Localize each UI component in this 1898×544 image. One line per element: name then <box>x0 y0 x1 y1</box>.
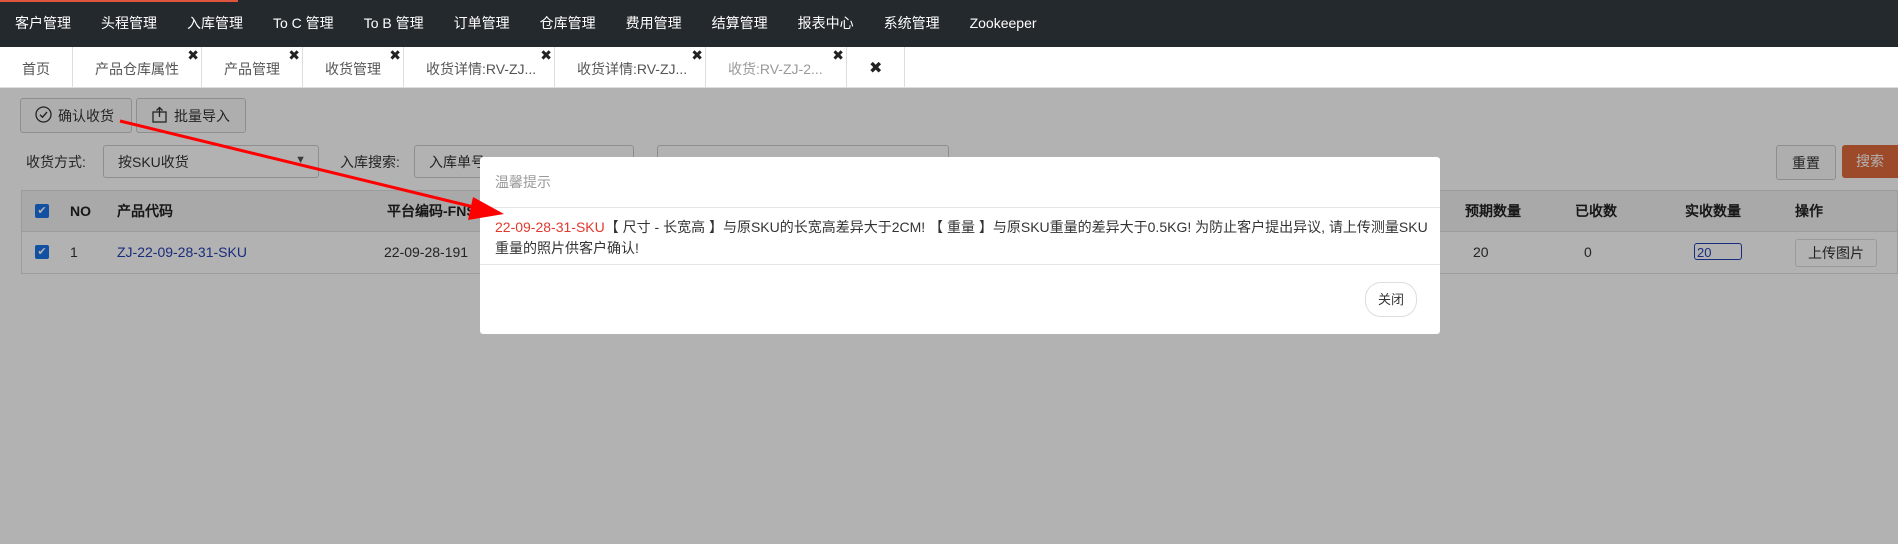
dialog-divider <box>480 207 1440 208</box>
nav-item-customer[interactable]: 客户管理 <box>0 0 86 47</box>
dialog-divider <box>480 264 1440 265</box>
tab-product-management[interactable]: 产品管理 ✖ <box>202 47 303 87</box>
close-all-tabs-icon[interactable]: ✖ <box>847 47 906 87</box>
nav-item-system[interactable]: 系统管理 <box>869 0 955 47</box>
dialog-message-text: 【 尺寸 - 长宽高 】与原SKU的长宽高差异大于2CM! 【 重量 】与原SK… <box>495 219 1428 256</box>
tab-bar: 首页 产品仓库属性 ✖ 产品管理 ✖ 收货管理 ✖ 收货详情:RV-ZJ... ✖ 收货… <box>0 47 1898 88</box>
nav-item-warehouse[interactable]: 仓库管理 <box>525 0 611 47</box>
nav-item-inbound[interactable]: 入库管理 <box>172 0 258 47</box>
dialog-message: 22-09-28-31-SKU【 尺寸 - 长宽高 】与原SKU的长宽高差异大于… <box>495 217 1430 259</box>
tab-label: 首页 <box>22 61 50 77</box>
nav-item-toc[interactable]: To C 管理 <box>258 0 349 47</box>
warning-dialog: 温馨提示 22-09-28-31-SKU【 尺寸 - 长宽高 】与原SKU的长宽… <box>480 157 1440 334</box>
tab-receiving-management[interactable]: 收货管理 ✖ <box>303 47 404 87</box>
dialog-close-button[interactable]: 关闭 <box>1365 282 1418 317</box>
top-navigation: 客户管理 头程管理 入库管理 To C 管理 To B 管理 订单管理 仓库管理… <box>0 0 1898 47</box>
tab-receiving-detail-2[interactable]: 收货详情:RV-ZJ... ✖ <box>555 47 706 87</box>
tab-home[interactable]: 首页 <box>0 47 73 87</box>
dialog-sku: 22-09-28-31-SKU <box>495 219 605 235</box>
close-icon[interactable]: ✖ <box>389 33 401 77</box>
nav-item-zookeeper[interactable]: Zookeeper <box>955 0 1052 47</box>
active-accent-bar <box>0 0 238 2</box>
close-icon[interactable]: ✖ <box>832 33 844 77</box>
nav-item-first-leg[interactable]: 头程管理 <box>86 0 172 47</box>
tab-label: 产品仓库属性 <box>95 61 179 77</box>
nav-item-reports[interactable]: 报表中心 <box>783 0 869 47</box>
nav-item-orders[interactable]: 订单管理 <box>439 0 525 47</box>
tab-label: 收货管理 <box>325 61 381 77</box>
tab-label: 收货:RV-ZJ-2... <box>728 61 823 77</box>
tab-label: 收货详情:RV-ZJ... <box>577 61 688 77</box>
close-icon[interactable]: ✖ <box>540 33 552 77</box>
dialog-title: 温馨提示 <box>495 174 551 190</box>
tab-label: 产品管理 <box>224 61 280 77</box>
nav-item-settlement[interactable]: 结算管理 <box>697 0 783 47</box>
tab-label: 收货详情:RV-ZJ... <box>426 61 537 77</box>
tab-receiving-detail-1[interactable]: 收货详情:RV-ZJ... ✖ <box>404 47 555 87</box>
close-icon[interactable]: ✖ <box>691 33 703 77</box>
close-icon[interactable]: ✖ <box>187 33 199 77</box>
tab-receiving-current[interactable]: 收货:RV-ZJ-2... ✖ <box>706 47 847 87</box>
close-icon[interactable]: ✖ <box>288 33 300 77</box>
tab-product-warehouse-attr[interactable]: 产品仓库属性 ✖ <box>73 47 202 87</box>
nav-item-fees[interactable]: 费用管理 <box>611 0 697 47</box>
